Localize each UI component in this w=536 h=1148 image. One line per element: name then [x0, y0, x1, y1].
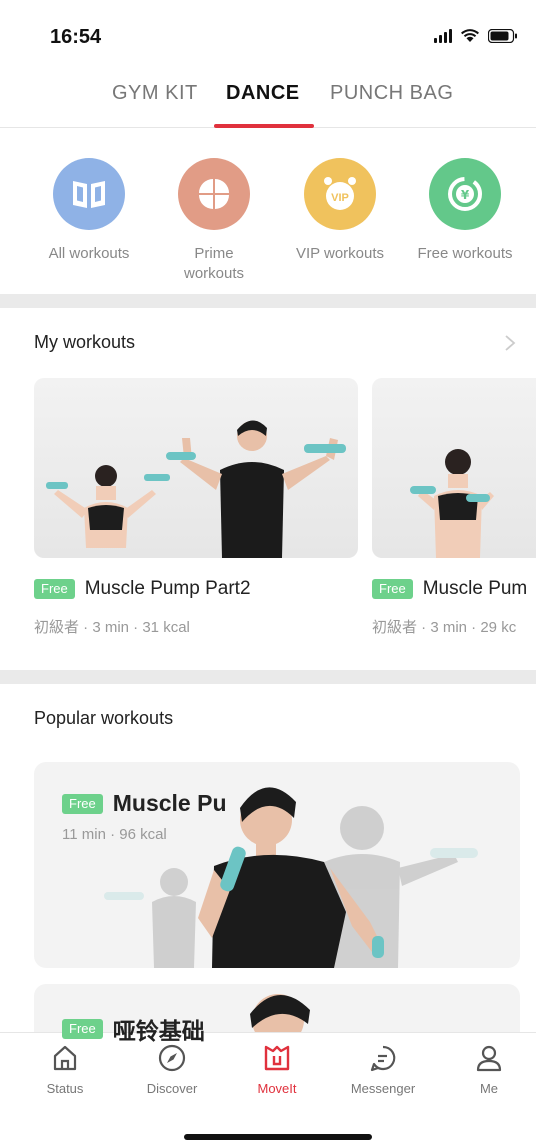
free-badge: Free [372, 579, 413, 599]
nav-me[interactable]: Me [444, 1043, 534, 1096]
vip-alarm-icon: VIP [304, 158, 376, 230]
house-icon [53, 1045, 77, 1071]
status-icons [434, 28, 518, 43]
workout-categories: All workouts Prime workouts VIP VIP work… [0, 130, 536, 294]
workout-title-row: Free Muscle Pum [372, 578, 527, 600]
compass-icon [158, 1044, 186, 1072]
nav-messenger[interactable]: Messenger [338, 1043, 428, 1096]
chevron-right-icon[interactable] [504, 334, 516, 352]
workout-thumbnail [372, 378, 536, 558]
my-workouts-title: My workouts [34, 332, 136, 352]
category-free-workouts[interactable]: ¥ Free workouts [405, 158, 525, 264]
nav-moveit[interactable]: MoveIt [232, 1043, 322, 1096]
category-tabs: GYM KIT DANCE PUNCH BAG [0, 72, 536, 128]
category-label: All workouts [48, 245, 130, 262]
section-divider [0, 294, 536, 308]
category-all-workouts[interactable]: All workouts [29, 158, 149, 264]
yen-coin-icon: ¥ [429, 158, 501, 230]
book-icon [53, 158, 125, 230]
workout-title: Muscle Pump Part2 [84, 578, 251, 599]
battery-icon [488, 28, 518, 43]
workout-card[interactable]: Free Muscle Pum 初級者 · 3 min · 29 kc [372, 378, 536, 636]
nav-label: MoveIt [257, 1081, 297, 1096]
workout-title-row: Free Muscle Pump Part2 [34, 578, 251, 600]
tab-punch-bag[interactable]: PUNCH BAG [330, 82, 453, 105]
bottom-navigation: Status Discover MoveIt Messenger Me [0, 1032, 536, 1148]
free-badge: Free [62, 793, 103, 814]
category-label: VIP workouts [295, 245, 385, 262]
status-time: 16:54 [50, 26, 102, 48]
chat-icon [370, 1045, 396, 1072]
nav-label: Discover [146, 1081, 198, 1096]
nav-status[interactable]: Status [20, 1043, 110, 1096]
popular-workout-meta: 11 min · 96 kcal [62, 826, 167, 843]
workout-title: Muscle Pum [422, 578, 528, 599]
signal-icon [434, 28, 452, 43]
popular-workout-title: 哑铃基础 [112, 1018, 205, 1044]
status-bar: 16:54 [0, 0, 536, 72]
home-indicator [184, 1134, 372, 1140]
category-label: Prime workouts [183, 245, 245, 282]
nav-label: Me [479, 1081, 499, 1096]
category-label: Free workouts [417, 245, 513, 262]
workout-card[interactable]: Free Muscle Pump Part2 初級者 · 3 min · 31 … [34, 378, 358, 636]
popular-workouts-title: Popular workouts [34, 708, 174, 728]
person-icon [476, 1045, 502, 1072]
svg-text:VIP: VIP [331, 192, 349, 204]
clover-icon [178, 158, 250, 230]
nav-discover[interactable]: Discover [127, 1043, 217, 1096]
free-badge: Free [34, 579, 75, 599]
popular-title-row: Free Muscle Pu [62, 790, 227, 817]
nav-label: Status [46, 1081, 84, 1096]
category-prime-workouts[interactable]: Prime workouts [154, 158, 274, 284]
free-badge: Free [62, 1019, 103, 1039]
section-divider [0, 670, 536, 684]
tab-dance[interactable]: DANCE [226, 82, 300, 105]
workout-thumbnail [34, 378, 358, 558]
popular-workout-title: Muscle Pu [112, 790, 227, 816]
active-tab-indicator [214, 124, 314, 128]
popular-title-row: Free 哑铃基础 [62, 1012, 205, 1046]
wifi-icon [460, 28, 480, 43]
tab-gym-kit[interactable]: GYM KIT [112, 82, 198, 105]
svg-text:¥: ¥ [461, 188, 470, 202]
workout-meta: 初級者 · 3 min · 29 kc [372, 619, 517, 636]
popular-workout-card[interactable]: Free Muscle Pu 11 min · 96 kcal [34, 762, 520, 968]
moveit-icon [264, 1045, 290, 1071]
nav-label: Messenger [350, 1081, 416, 1096]
workout-meta: 初級者 · 3 min · 31 kcal [34, 619, 190, 636]
category-vip-workouts[interactable]: VIP VIP workouts [280, 158, 400, 264]
